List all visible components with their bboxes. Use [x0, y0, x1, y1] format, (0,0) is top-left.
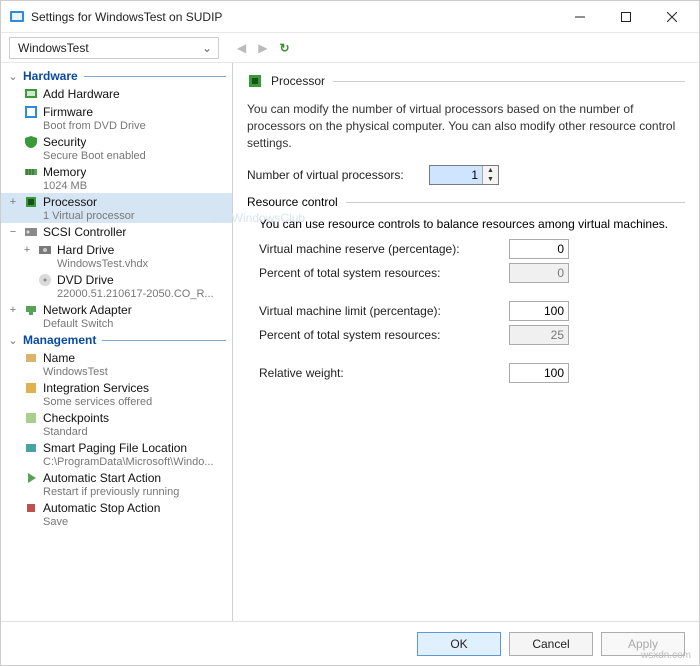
sidebar-item-hard-drive[interactable]: + Hard Drive WindowsTest.vhdx — [1, 241, 232, 271]
collapse-icon: ⌄ — [7, 70, 19, 83]
vm-reserve-input[interactable] — [509, 239, 569, 259]
dvd-icon — [37, 272, 53, 288]
name-icon — [23, 350, 39, 366]
memory-icon — [23, 164, 39, 180]
sidebar-item-checkpoints[interactable]: Checkpoints Standard — [1, 409, 232, 439]
content-panel: Processor You can modify the number of v… — [233, 63, 699, 621]
add-hardware-icon — [23, 86, 39, 102]
reserve-pct-value — [509, 263, 569, 283]
sidebar-item-name[interactable]: Name WindowsTest — [1, 349, 232, 379]
num-processors-input[interactable] — [430, 166, 482, 184]
processor-icon — [23, 194, 39, 210]
reserve-pct-label: Percent of total system resources: — [259, 266, 509, 280]
integration-icon — [23, 380, 39, 396]
sidebar-item-security[interactable]: Security Secure Boot enabled — [1, 133, 232, 163]
titlebar: Settings for WindowsTest on SUDIP — [1, 1, 699, 33]
app-icon — [9, 9, 25, 25]
ok-button[interactable]: OK — [417, 632, 501, 656]
chevron-down-icon: ⌄ — [202, 41, 212, 55]
watermark-site: wsxdn.com — [641, 650, 691, 661]
auto-start-icon — [23, 470, 39, 486]
sidebar-item-add-hardware[interactable]: Add Hardware — [1, 85, 232, 103]
close-button[interactable] — [649, 2, 695, 32]
vm-limit-input[interactable] — [509, 301, 569, 321]
nav-back-icon[interactable]: ◀ — [237, 41, 246, 55]
sidebar-item-scsi[interactable]: − SCSI Controller — [1, 223, 232, 241]
panel-title: Processor — [271, 74, 325, 88]
controller-icon — [23, 224, 39, 240]
limit-pct-value — [509, 325, 569, 345]
management-section-header[interactable]: ⌄ Management — [1, 331, 232, 349]
expand-icon: + — [21, 244, 33, 256]
hardware-section-header[interactable]: ⌄ Hardware — [1, 67, 232, 85]
limit-pct-label: Percent of total system resources: — [259, 328, 509, 342]
sidebar-item-network[interactable]: + Network Adapter Default Switch — [1, 301, 232, 331]
resource-control-desc: You can use resource controls to balance… — [259, 217, 685, 231]
nav-forward-icon[interactable]: ▶ — [258, 41, 267, 55]
toolbar: WindowsTest ⌄ ◀ ▶ ↻ — [1, 33, 699, 63]
paging-icon — [23, 440, 39, 456]
resource-control-title: Resource control — [247, 195, 338, 209]
footer: OK Cancel Apply — [1, 621, 699, 665]
sidebar-item-memory[interactable]: Memory 1024 MB — [1, 163, 232, 193]
checkpoints-icon — [23, 410, 39, 426]
sidebar: ⌄ Hardware Add Hardware Firmware Boot fr… — [1, 63, 233, 621]
cancel-button[interactable]: Cancel — [509, 632, 593, 656]
num-processors-label: Number of virtual processors: — [247, 168, 417, 182]
auto-stop-icon — [23, 500, 39, 516]
vm-selector[interactable]: WindowsTest ⌄ — [9, 37, 219, 59]
weight-label: Relative weight: — [259, 366, 509, 380]
maximize-button[interactable] — [603, 2, 649, 32]
sidebar-item-auto-start[interactable]: Automatic Start Action Restart if previo… — [1, 469, 232, 499]
sidebar-item-paging[interactable]: Smart Paging File Location C:\ProgramDat… — [1, 439, 232, 469]
weight-input[interactable] — [509, 363, 569, 383]
sidebar-item-integration[interactable]: Integration Services Some services offer… — [1, 379, 232, 409]
num-processors-spinner[interactable]: ▲▼ — [429, 165, 499, 185]
expand-icon: + — [7, 304, 19, 316]
vm-limit-label: Virtual machine limit (percentage): — [259, 304, 509, 318]
refresh-icon[interactable]: ↻ — [279, 41, 289, 55]
sidebar-item-auto-stop[interactable]: Automatic Stop Action Save — [1, 499, 232, 529]
network-icon — [23, 302, 39, 318]
window-title: Settings for WindowsTest on SUDIP — [31, 10, 557, 24]
panel-description: You can modify the number of virtual pro… — [247, 101, 685, 151]
collapse-icon: ⌄ — [7, 334, 19, 347]
spin-up-icon[interactable]: ▲ — [483, 166, 498, 175]
vm-selector-label: WindowsTest — [18, 41, 89, 55]
vm-reserve-label: Virtual machine reserve (percentage): — [259, 242, 509, 256]
shield-icon — [23, 134, 39, 150]
collapse-icon: − — [7, 226, 19, 238]
minimize-button[interactable] — [557, 2, 603, 32]
hard-drive-icon — [37, 242, 53, 258]
settings-window: Settings for WindowsTest on SUDIP Window… — [0, 0, 700, 666]
sidebar-item-firmware[interactable]: Firmware Boot from DVD Drive — [1, 103, 232, 133]
firmware-icon — [23, 104, 39, 120]
spin-down-icon[interactable]: ▼ — [483, 175, 498, 184]
processor-icon — [247, 73, 263, 89]
sidebar-item-processor[interactable]: + Processor 1 Virtual processor — [1, 193, 232, 223]
expand-icon: + — [7, 196, 19, 208]
sidebar-item-dvd-drive[interactable]: DVD Drive 22000.51.210617-2050.CO_R... — [1, 271, 232, 301]
